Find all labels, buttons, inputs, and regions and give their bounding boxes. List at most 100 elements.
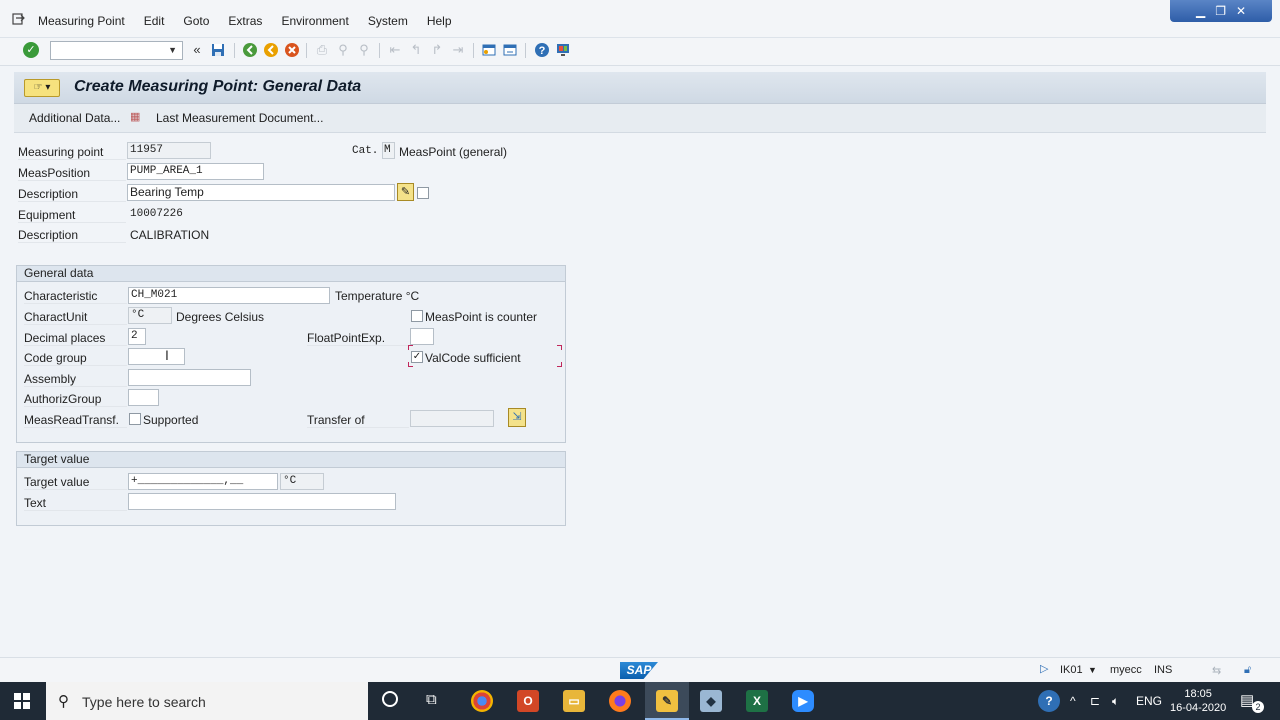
file-explorer-icon[interactable]: ▭ (563, 690, 585, 712)
close-icon[interactable]: ✕ (1236, 4, 1246, 18)
windows-start-icon[interactable] (14, 693, 30, 709)
application-toolbar: Additional Data... ▦ Last Measurement Do… (14, 104, 1266, 133)
back-icon[interactable] (242, 42, 258, 58)
task-view-icon[interactable]: ⧉ (426, 691, 437, 708)
description-field[interactable]: Bearing Temp (127, 184, 395, 201)
command-field[interactable]: ▼ (50, 41, 183, 60)
menu-edit[interactable]: Edit (144, 14, 165, 28)
code-group-field[interactable] (128, 348, 185, 365)
status-dropdown-icon[interactable]: ▼ (1088, 665, 1097, 675)
sap-gui-icon[interactable]: ◆ (700, 690, 722, 712)
back-arrows-icon[interactable]: « (189, 42, 205, 58)
target-value-group: Target value Target value +_____________… (16, 451, 566, 526)
cancel-icon[interactable] (284, 42, 300, 58)
taskbar-search[interactable]: ⚲ Type here to search (46, 682, 368, 720)
clock-date: 16-04-2020 (1170, 702, 1227, 714)
page-title: Create Measuring Point: General Data (74, 78, 362, 95)
first-page-icon[interactable]: ⇤ (387, 42, 403, 58)
category-field[interactable]: M (382, 142, 395, 159)
show-hidden-icons-icon[interactable]: ^ (1070, 694, 1076, 708)
toolbar-separator (379, 43, 380, 58)
outlook-icon[interactable]: O (517, 690, 539, 712)
search-placeholder: Type here to search (82, 694, 206, 710)
menu-goto[interactable]: Goto (183, 14, 209, 28)
charact-unit-label: CharactUnit (24, 310, 127, 325)
equipment-value: 10007226 (130, 208, 183, 220)
target-value-field[interactable]: +_____________,__ (128, 473, 278, 490)
window-controls: ▁ ❐ ✕ (1170, 0, 1272, 22)
exit-icon[interactable] (263, 42, 279, 58)
menu-system[interactable]: System (368, 14, 408, 28)
connection-icon: ⇆ (1212, 665, 1222, 677)
chrome-icon[interactable] (471, 690, 493, 712)
assembly-label: Assembly (24, 372, 127, 387)
menu-bar: Measuring Point Edit Goto Extras Environ… (0, 0, 1280, 38)
help-tray-icon[interactable]: ? (1038, 690, 1060, 712)
menu-measuring-point[interactable]: Measuring Point (38, 14, 125, 28)
general-data-heading: General data (17, 266, 565, 282)
text-cursor-icon: I (165, 347, 169, 363)
transaction-icon[interactable]: ☞ ▾ (24, 79, 60, 97)
valcode-sufficient-checkbox[interactable]: ✓ (411, 351, 423, 363)
transfer-select-icon[interactable]: ⇲ (508, 408, 526, 427)
zoom-icon[interactable]: ▶ (792, 690, 814, 712)
print-icon[interactable]: ⎙ (314, 42, 330, 58)
valcode-sufficient-label: ValCode sufficient (425, 351, 521, 365)
meas-point-counter-label: MeasPoint is counter (425, 310, 538, 324)
additional-data-button[interactable]: Additional Data... (29, 111, 120, 125)
volume-icon[interactable]: 🔈︎ (1112, 694, 1119, 709)
authoriz-group-field[interactable] (128, 389, 159, 406)
charact-unit-field[interactable]: °C (128, 307, 172, 324)
transfer-of-field[interactable] (410, 410, 494, 427)
long-text-checkbox[interactable] (417, 187, 429, 199)
cortana-icon[interactable] (382, 691, 398, 707)
firefox-icon[interactable] (609, 690, 631, 712)
characteristic-field[interactable]: CH_M021 (128, 287, 330, 304)
find-icon[interactable]: ⚲ (335, 42, 351, 58)
measurement-document-icon[interactable]: ▦ (130, 110, 144, 124)
meas-read-transf-label: MeasReadTransf. (24, 413, 127, 428)
last-measurement-document-button[interactable]: Last Measurement Document... (156, 111, 323, 125)
menu-help[interactable]: Help (427, 14, 452, 28)
create-session-icon[interactable] (481, 42, 497, 58)
toolbar-separator (473, 43, 474, 58)
menu-extras[interactable]: Extras (228, 14, 262, 28)
toolbar-separator (306, 43, 307, 58)
main-area: Measuring point 11957 Cat. M MeasPoint (… (14, 133, 1266, 657)
help-icon[interactable]: ? (534, 42, 550, 58)
excel-icon[interactable]: X (746, 690, 768, 712)
enter-icon[interactable]: ✓ (23, 42, 39, 58)
title-bar: ☞ ▾ Create Measuring Point: General Data (14, 72, 1266, 104)
customize-layout-icon[interactable] (555, 42, 571, 58)
next-page-icon[interactable]: ↱ (429, 42, 445, 58)
minimize-icon[interactable]: ▁ (1196, 4, 1205, 18)
float-point-field[interactable] (410, 328, 434, 345)
find-next-icon[interactable]: ⚲ (356, 42, 372, 58)
restore-icon[interactable]: ❐ (1215, 4, 1226, 18)
decimal-places-field[interactable]: 2 (128, 328, 146, 345)
supported-checkbox[interactable] (129, 413, 141, 425)
status-expand-icon[interactable]: ▷ (1040, 662, 1048, 675)
edit-long-text-icon[interactable]: ✎ (397, 183, 414, 201)
previous-page-icon[interactable]: ↰ (408, 42, 424, 58)
target-unit-field[interactable]: °C (280, 473, 324, 490)
language-indicator[interactable]: ENG (1136, 694, 1162, 708)
meas-position-field[interactable]: PUMP_AREA_1 (127, 163, 264, 180)
text-field[interactable] (128, 493, 396, 510)
category-text: MeasPoint (general) (399, 145, 508, 159)
menu-environment[interactable]: Environment (281, 14, 348, 28)
lock-icon[interactable]: 🔓︎ (1244, 664, 1251, 677)
description-label: Description (18, 187, 126, 202)
clock[interactable]: 18:05 16-04-2020 (1170, 687, 1226, 715)
shortcut-icon[interactable] (502, 42, 518, 58)
network-icon[interactable]: ⊏ (1090, 694, 1100, 708)
assembly-field[interactable] (128, 369, 251, 386)
meas-point-counter-checkbox[interactable] (411, 310, 423, 322)
sap-logon-taskbar-item[interactable]: ✎ (645, 682, 689, 720)
chevron-down-icon[interactable]: ▼ (168, 45, 177, 55)
system-menu-icon[interactable] (12, 12, 26, 26)
last-page-icon[interactable]: ⇥ (450, 42, 466, 58)
measuring-point-field[interactable]: 11957 (127, 142, 211, 159)
save-icon[interactable] (210, 42, 226, 58)
insert-mode[interactable]: INS (1154, 664, 1172, 676)
